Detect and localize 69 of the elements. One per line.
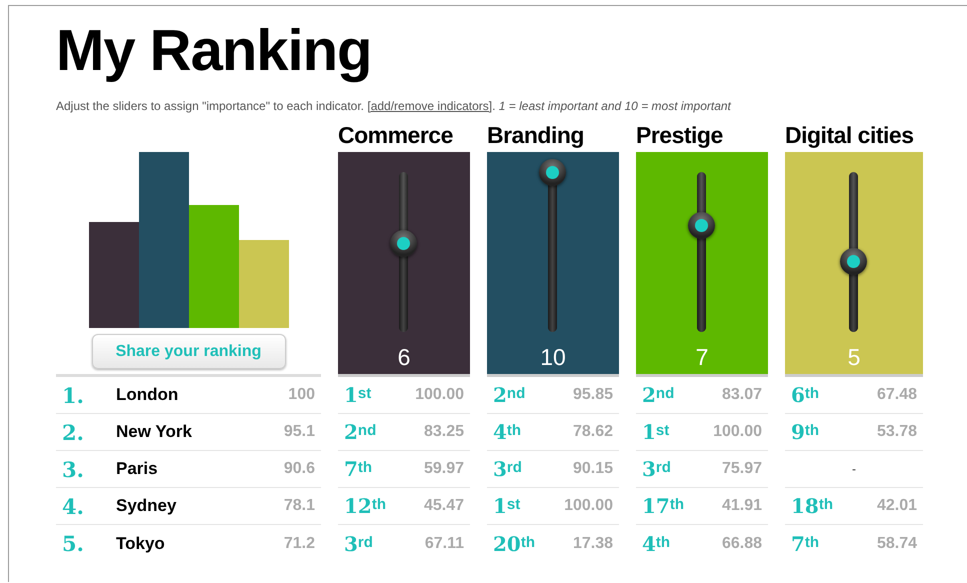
rank-position: 5.: [62, 531, 85, 556]
score-value: 100.00: [713, 423, 762, 441]
rank-ordinal: 6$^{th}$: [791, 383, 820, 407]
rank-ordinal: 2$^{nd}$: [344, 420, 376, 444]
city-name: London: [116, 385, 180, 405]
score-value: 67.48: [876, 386, 917, 404]
score-value: 100.00: [415, 386, 464, 404]
rank-position: 3.: [62, 456, 85, 482]
rank-ordinal: 17$^{th}$: [642, 494, 684, 518]
indicator-heading: Prestige: [636, 121, 724, 150]
rank-ordinal: 4$^{th}$: [493, 420, 522, 444]
instructions-text: Adjust the sliders to assign "importance" to each indicator. [add/remove indicators]. 1 = least important and 10 = most important: [56, 98, 732, 114]
add-remove-indicators-link[interactable]: [add/remove indicators]: [367, 99, 492, 113]
score-value: 41.91: [722, 497, 762, 515]
score-value: 42.01: [876, 497, 917, 515]
slider-value: 6: [398, 344, 410, 371]
city-name: Sydney: [116, 496, 178, 516]
slider-value: 7: [696, 344, 708, 371]
rank-ordinal: 1$^{st}$: [493, 494, 520, 518]
score-value: 17.38: [572, 534, 613, 552]
rank-ordinal: 1$^{st}$: [642, 420, 670, 444]
slider-value: 5: [848, 344, 860, 371]
score-value: 83.07: [722, 386, 762, 404]
rank-ordinal: 9$^{th}$: [791, 420, 820, 444]
rank-ordinal: 1$^{st}$: [344, 383, 372, 407]
rank-ordinal: 3$^{rd}$: [344, 532, 373, 556]
score-value: 78.62: [572, 423, 613, 441]
rank-ordinal: 7$^{th}$: [791, 532, 820, 556]
rank-ordinal: 12$^{th}$: [344, 494, 386, 518]
rank-ordinal: 4$^{th}$: [642, 532, 670, 556]
score-value: 67.11: [424, 534, 464, 552]
score-value: 71.2: [284, 534, 315, 552]
indicator-heading: Commerce: [338, 121, 454, 150]
score-value: 78.1: [284, 497, 315, 515]
score-value: 90.15: [572, 460, 613, 478]
score-value: 100.00: [564, 497, 613, 515]
rank-ordinal: 20$^{th}$: [493, 532, 536, 556]
slider-thumb[interactable]: [840, 248, 867, 275]
slider-thumb[interactable]: [390, 230, 417, 258]
rank-ordinal: 3$^{rd}$: [493, 457, 522, 481]
score-value: 83.25: [424, 423, 464, 441]
score-value: 45.47: [424, 497, 464, 515]
score-value: 53.78: [876, 423, 917, 441]
rank-ordinal: 2$^{nd}$: [642, 383, 674, 407]
score-value: 95.1: [284, 423, 315, 441]
indicator-heading: Branding: [487, 121, 585, 150]
score-value: 59.97: [424, 460, 464, 478]
score-value: 66.88: [722, 534, 762, 552]
score-value: 58.74: [876, 534, 917, 552]
page-title: My Ranking: [56, 17, 372, 85]
slider-thumb[interactable]: [688, 212, 715, 240]
city-name: Paris: [116, 459, 159, 479]
slider-thumb[interactable]: [539, 159, 566, 186]
score-value: -: [852, 462, 856, 476]
score-value: 100: [288, 386, 315, 404]
city-name: New York: [116, 422, 193, 442]
score-value: 75.97: [722, 460, 762, 478]
rank-ordinal: 2$^{nd}$: [493, 383, 526, 407]
rank-ordinal: 18$^{th}$: [791, 494, 834, 518]
rank-ordinal: 3$^{rd}$: [642, 457, 671, 481]
rank-position: 4.: [62, 494, 85, 518]
score-value: 90.6: [284, 460, 315, 478]
rank-position: 2.: [62, 420, 85, 444]
score-value: 95.85: [572, 386, 613, 404]
slider-value: 10: [540, 344, 566, 371]
rank-position: 1.: [62, 382, 85, 408]
city-name: Tokyo: [116, 534, 166, 554]
indicator-heading: Digital cities: [785, 121, 914, 150]
rank-ordinal: 7$^{th}$: [344, 457, 372, 481]
